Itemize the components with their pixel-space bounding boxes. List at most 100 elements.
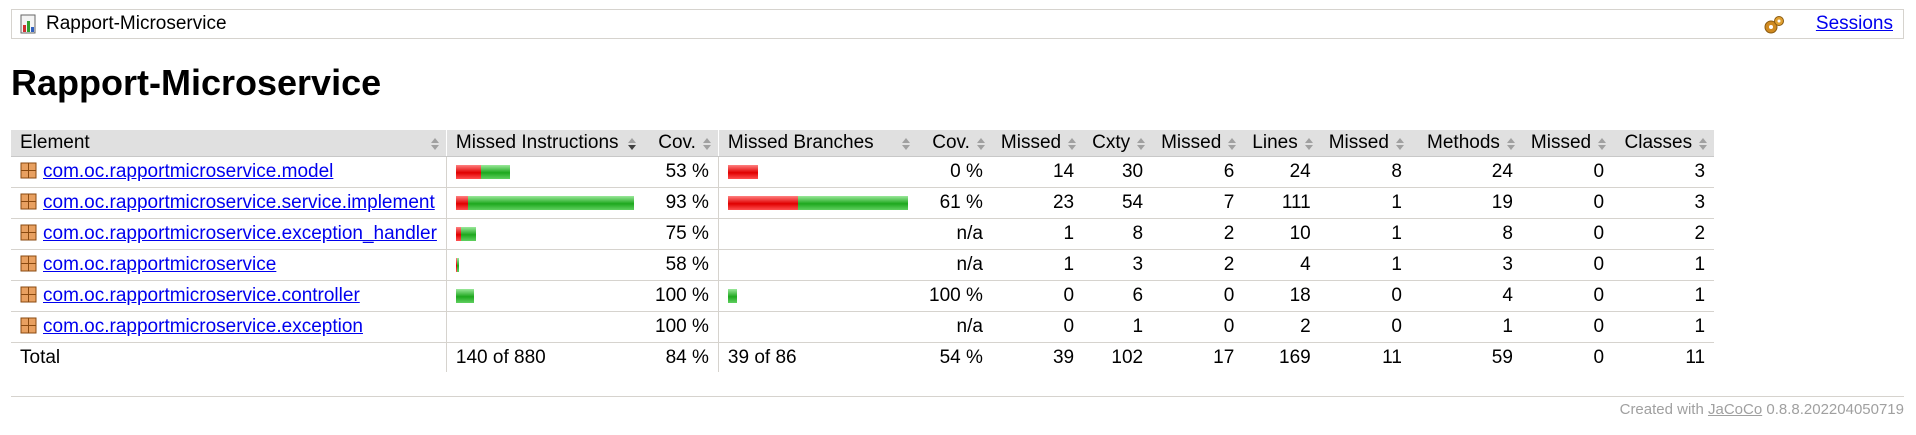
header-missed-classes[interactable]: Missed xyxy=(1521,130,1614,157)
footer-prefix: Created with xyxy=(1619,401,1708,418)
missed-lines: 2 xyxy=(1152,218,1244,250)
branch-coverage-bar xyxy=(727,289,908,303)
package-link[interactable]: com.oc.rapportmicroservice xyxy=(43,254,276,275)
header-missed-lines[interactable]: Missed xyxy=(1152,130,1244,157)
instruction-coverage-bar xyxy=(455,227,634,241)
instr-bar-cell xyxy=(445,187,643,219)
package-icon xyxy=(20,193,37,210)
cxty: 8 xyxy=(1083,218,1153,250)
classes: 2 xyxy=(1613,218,1715,250)
missed-lines: 6 xyxy=(1152,156,1244,188)
classes: 1 xyxy=(1613,280,1715,312)
header-element[interactable]: Element xyxy=(11,130,447,157)
total-branches: 39 of 86 xyxy=(717,342,917,372)
instr-bar-cell xyxy=(445,218,643,250)
missed-classes: 0 xyxy=(1521,280,1614,312)
footer-divider xyxy=(11,396,1904,397)
sort-icon xyxy=(1699,138,1708,150)
methods: 1 xyxy=(1410,311,1522,343)
branch-bar-cell xyxy=(717,280,917,312)
branch-bar-cell xyxy=(717,311,917,343)
sort-icon xyxy=(1304,138,1313,150)
instruction-coverage-bar xyxy=(455,165,634,179)
cxty: 3 xyxy=(1083,249,1153,281)
package-link[interactable]: com.oc.rapportmicroservice.service.imple… xyxy=(43,192,435,213)
classes: 3 xyxy=(1613,187,1715,219)
methods: 4 xyxy=(1410,280,1522,312)
lines: 18 xyxy=(1243,280,1320,312)
page-title: Rapport-Microservice xyxy=(11,62,382,103)
footer-version: 0.8.8.202204050719 xyxy=(1762,401,1904,418)
classes: 1 xyxy=(1613,249,1715,281)
missed-classes: 0 xyxy=(1521,156,1614,188)
sort-icon xyxy=(976,138,985,150)
missed-cxty: 0 xyxy=(991,280,1084,312)
instruction-coverage-bar xyxy=(455,258,634,272)
table-header-row: Element Missed Instructions Cov. Missed … xyxy=(11,130,1715,157)
missed-classes: 0 xyxy=(1521,311,1614,343)
package-link[interactable]: com.oc.rapportmicroservice.exception_han… xyxy=(43,223,437,244)
cxty: 6 xyxy=(1083,280,1153,312)
header-instr-coverage[interactable]: Cov. xyxy=(642,130,719,157)
lines: 111 xyxy=(1243,187,1320,219)
header-missed-branches[interactable]: Missed Branches xyxy=(717,130,917,157)
package-link[interactable]: com.oc.rapportmicroservice.model xyxy=(43,161,333,182)
branch-coverage: 100 % xyxy=(916,280,992,312)
header-missed-cxty[interactable]: Missed xyxy=(991,130,1084,157)
sessions-link-wrap: Sessions xyxy=(1816,13,1893,35)
total-missed-cxty: 39 xyxy=(1052,346,1075,368)
branch-coverage: n/a xyxy=(916,249,992,281)
header-lines[interactable]: Lines xyxy=(1243,130,1320,157)
coverage-table: Element Missed Instructions Cov. Missed … xyxy=(11,130,1715,372)
sort-icon xyxy=(1506,138,1515,150)
instr-coverage: 100 % xyxy=(642,280,719,312)
total-missed-classes: 0 xyxy=(1593,346,1605,368)
lines: 2 xyxy=(1243,311,1320,343)
instr-coverage: 75 % xyxy=(642,218,719,250)
instr-coverage: 100 % xyxy=(642,311,719,343)
instr-bar-cell xyxy=(445,280,643,312)
table-row: com.oc.rapportmicroservice.controller 10… xyxy=(11,280,1715,312)
branch-bar-cell xyxy=(717,187,917,219)
package-link[interactable]: com.oc.rapportmicroservice.controller xyxy=(43,285,360,306)
branch-bar-cell xyxy=(717,218,917,250)
missed-methods: 1 xyxy=(1319,249,1411,281)
table-row: com.oc.rapportmicroservice.exception 100… xyxy=(11,311,1715,343)
header-cxty[interactable]: Cxty xyxy=(1083,130,1153,157)
report-icon xyxy=(20,14,36,34)
header-missed-instructions[interactable]: Missed Instructions xyxy=(445,130,643,157)
missed-lines: 2 xyxy=(1152,249,1244,281)
cxty: 54 xyxy=(1083,187,1153,219)
total-instr-coverage: 84 % xyxy=(665,346,709,368)
branch-coverage-bar xyxy=(727,196,908,210)
missed-methods: 0 xyxy=(1319,311,1411,343)
instr-coverage: 53 % xyxy=(642,156,719,188)
header-missed-methods[interactable]: Missed xyxy=(1319,130,1411,157)
package-icon xyxy=(20,224,37,241)
header-classes[interactable]: Classes xyxy=(1613,130,1715,157)
total-lines: 169 xyxy=(1279,346,1311,368)
missed-cxty: 1 xyxy=(991,249,1084,281)
classes: 3 xyxy=(1613,156,1715,188)
missed-cxty: 0 xyxy=(991,311,1084,343)
sessions-link[interactable]: Sessions xyxy=(1816,13,1893,34)
table-row: com.oc.rapportmicroservice 58 % n/a 1 3 … xyxy=(11,249,1715,281)
methods: 19 xyxy=(1410,187,1522,219)
cxty: 30 xyxy=(1083,156,1153,188)
methods: 8 xyxy=(1410,218,1522,250)
header-methods[interactable]: Methods xyxy=(1410,130,1522,157)
element-cell: com.oc.rapportmicroservice.model xyxy=(11,156,447,188)
sort-icon xyxy=(702,138,711,150)
instruction-coverage-bar xyxy=(455,289,634,303)
sort-icon xyxy=(1598,138,1607,150)
element-cell: com.oc.rapportmicroservice.exception_han… xyxy=(11,218,447,250)
missed-classes: 0 xyxy=(1521,218,1614,250)
breadcrumb-title: Rapport-Microservice xyxy=(46,13,227,34)
package-link[interactable]: com.oc.rapportmicroservice.exception xyxy=(43,316,363,337)
instr-bar-cell xyxy=(445,156,643,188)
element-cell: com.oc.rapportmicroservice.service.imple… xyxy=(11,187,447,219)
header-branch-coverage[interactable]: Cov. xyxy=(916,130,992,157)
instr-bar-cell xyxy=(445,249,643,281)
jacoco-link[interactable]: JaCoCo xyxy=(1708,401,1762,418)
table-row: com.oc.rapportmicroservice.model 53 % 0 … xyxy=(11,156,1715,188)
